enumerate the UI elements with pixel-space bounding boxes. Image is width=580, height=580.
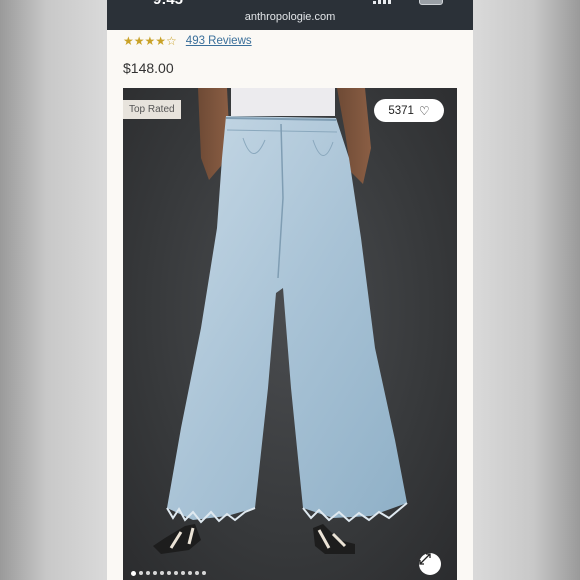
expand-icon[interactable] <box>419 553 441 575</box>
address-bar-url[interactable]: anthropologie.com <box>107 11 473 23</box>
carousel-dot[interactable] <box>202 571 206 575</box>
image-carousel-dots[interactable] <box>131 570 209 576</box>
top-rated-badge: Top Rated <box>123 100 181 119</box>
carousel-dot[interactable] <box>146 571 150 575</box>
product-image[interactable]: Top Rated 5371 ♡ <box>123 88 457 580</box>
jeans-photo <box>153 88 408 554</box>
reviews-link[interactable]: 493 Reviews <box>186 35 252 47</box>
product-price: $148.00 <box>123 60 174 76</box>
signal-icon <box>373 0 391 4</box>
heart-outline-icon: ♡ <box>418 103 430 118</box>
carousel-dot[interactable] <box>139 571 143 575</box>
carousel-dot[interactable] <box>167 571 171 575</box>
carousel-dot[interactable] <box>188 571 192 575</box>
battery-icon <box>419 0 443 5</box>
carousel-dot[interactable] <box>160 571 164 575</box>
carousel-dot[interactable] <box>153 571 157 575</box>
favorite-button[interactable]: 5371 ♡ <box>374 99 444 122</box>
carousel-dot[interactable] <box>181 571 185 575</box>
favorites-count: 5371 <box>388 104 414 117</box>
phone-screen: 9:45 anthropologie.com ★★★★☆ 493 Reviews… <box>107 0 473 580</box>
product-rating: ★★★★☆ 493 Reviews <box>123 33 252 49</box>
clock: 9:45 <box>153 0 183 8</box>
browser-status-bar: 9:45 anthropologie.com <box>107 0 473 30</box>
carousel-dot[interactable] <box>131 570 136 576</box>
star-rating-icon: ★★★★☆ <box>123 34 177 48</box>
carousel-dot[interactable] <box>174 571 178 575</box>
carousel-dot[interactable] <box>195 571 199 575</box>
